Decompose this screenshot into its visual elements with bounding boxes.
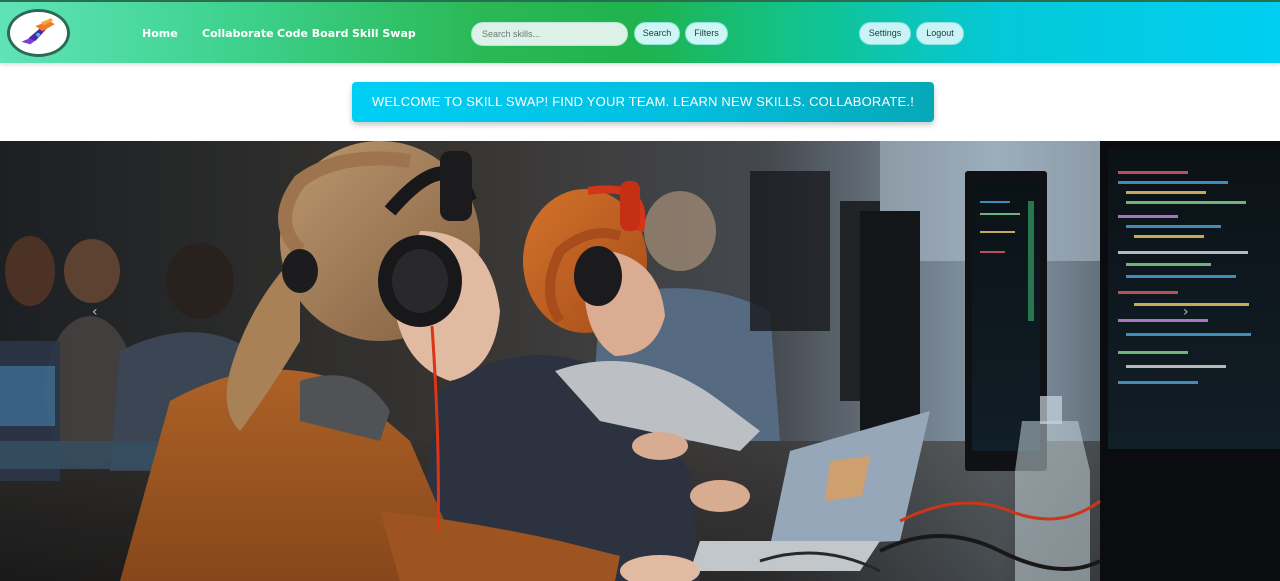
chevron-left-icon[interactable]: ‹ — [92, 305, 98, 319]
settings-button[interactable]: Settings — [859, 22, 911, 45]
logo-icon[interactable] — [7, 9, 70, 57]
nav-link-code-board[interactable]: Code Board — [277, 27, 348, 41]
search-button[interactable]: Search — [634, 22, 680, 45]
top-navbar: Home Collaborate Code Board Skill Swap S… — [0, 0, 1280, 63]
nav-link-home[interactable]: Home — [142, 27, 178, 41]
chevron-right-icon[interactable]: › — [1183, 305, 1189, 319]
hand-shake-logo-icon — [10, 12, 67, 54]
filters-button[interactable]: Filters — [685, 22, 728, 45]
hero-image — [0, 141, 1280, 581]
nav-link-skill-swap[interactable]: Skill Swap — [352, 27, 416, 41]
logout-button[interactable]: Logout — [916, 22, 964, 45]
welcome-banner: WELCOME TO SKILL SWAP! FIND YOUR TEAM. L… — [352, 82, 934, 122]
search-input[interactable] — [471, 22, 628, 46]
hero-carousel: ‹ › — [0, 141, 1280, 581]
nav-link-collaborate[interactable]: Collaborate — [202, 27, 274, 41]
